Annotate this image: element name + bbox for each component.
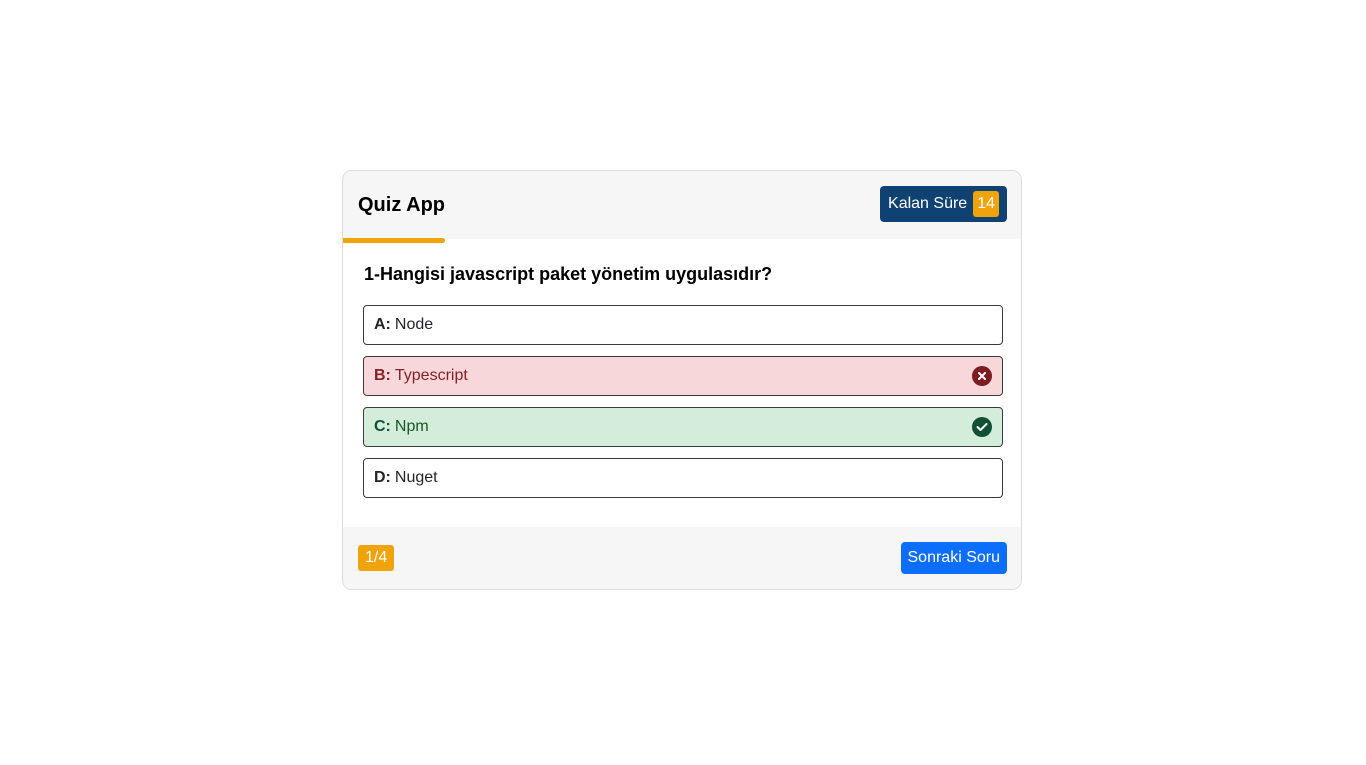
next-question-button[interactable]: Sonraki Soru [900,542,1007,574]
options-list: A: Node B: Typescript C: Npm D: Nuget [363,305,1003,509]
option-a[interactable]: A: Node [363,305,1003,345]
check-circle-icon [972,417,992,437]
timer-badge: Kalan Süre 14 [880,186,1007,222]
question-text: 1-Hangisi javascript paket yönetim uygul… [364,264,773,284]
card-footer: 1/4 Sonraki Soru [343,527,1021,589]
timer-value: 14 [973,191,999,217]
option-c[interactable]: C: Npm [363,407,1003,447]
x-circle-icon [972,366,992,386]
option-text: Npm [394,418,429,435]
option-text: Node [394,316,434,333]
option-text: Typescript [394,367,468,384]
option-letter: D: [374,469,391,486]
option-d[interactable]: D: Nuget [363,458,1003,498]
option-text: Nuget [394,469,438,486]
timer-label: Kalan Süre [888,195,968,212]
card-header: Quiz App Kalan Süre 14 [343,171,1021,239]
quiz-card: Quiz App Kalan Süre 14 1-Hangisi javascr… [342,170,1022,590]
card-body: 1-Hangisi javascript paket yönetim uygul… [343,243,1021,529]
option-letter: B: [374,367,391,384]
option-letter: C: [374,418,391,435]
option-b[interactable]: B: Typescript [363,356,1003,396]
option-letter: A: [374,316,391,333]
app-title: Quiz App [358,194,446,216]
question-counter-badge: 1/4 [358,545,395,571]
